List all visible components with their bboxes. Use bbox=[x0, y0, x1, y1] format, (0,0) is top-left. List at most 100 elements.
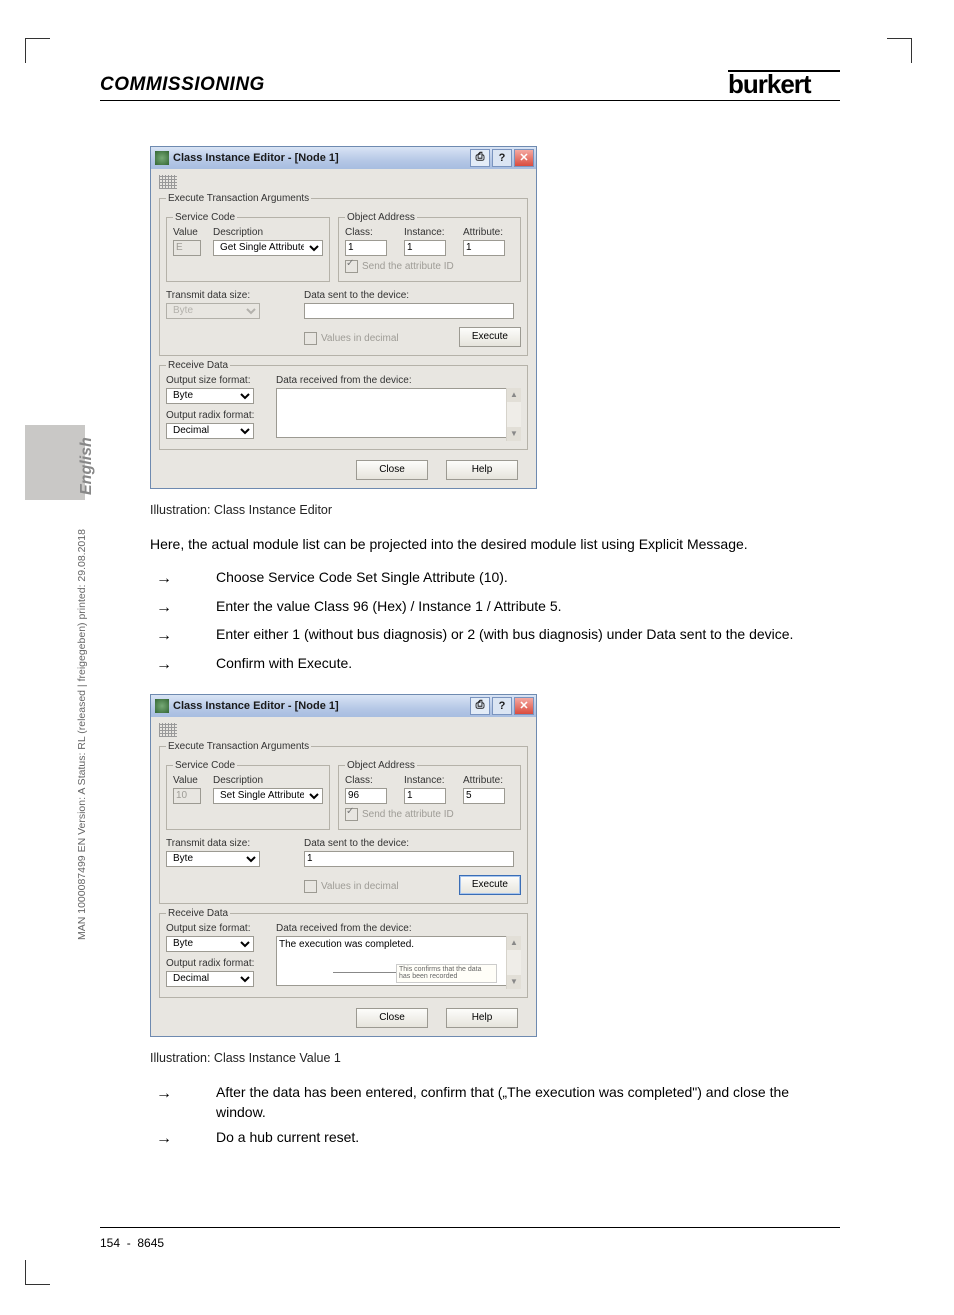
scrollbar[interactable]: ▲▼ bbox=[506, 388, 521, 441]
dialog-title: Class Instance Editor - [Node 1] bbox=[173, 152, 468, 164]
transmit-size-label: Transmit data size: bbox=[166, 290, 296, 301]
caption: Illustration: Class Instance Editor bbox=[150, 503, 840, 517]
receive-data-group: Receive Data Output size format: Byte Ou… bbox=[159, 908, 528, 998]
attribute-label: Attribute: bbox=[463, 227, 514, 238]
group-label: Execute Transaction Arguments bbox=[166, 741, 311, 752]
value-input bbox=[173, 240, 201, 256]
send-attribute-checkbox: Send the attribute ID bbox=[345, 808, 514, 821]
side-language: English bbox=[78, 437, 96, 495]
arrow-icon: → bbox=[150, 654, 216, 676]
class-input[interactable] bbox=[345, 788, 387, 804]
instance-label: Instance: bbox=[404, 227, 455, 238]
close-icon[interactable]: ✕ bbox=[514, 149, 534, 167]
execute-arguments-group: Execute Transaction Arguments Service Co… bbox=[159, 741, 528, 904]
help-icon[interactable]: ? bbox=[492, 149, 512, 167]
step-item: →Do a hub current reset. bbox=[150, 1128, 840, 1150]
group-label: Object Address bbox=[345, 760, 417, 771]
arrow-icon: → bbox=[150, 568, 216, 590]
crop-mark bbox=[25, 38, 50, 63]
class-label: Class: bbox=[345, 775, 396, 786]
group-label: Service Code bbox=[173, 760, 237, 771]
help-icon[interactable]: ? bbox=[492, 697, 512, 715]
arrow-icon: → bbox=[150, 597, 216, 619]
transmit-size-select: Byte bbox=[166, 303, 260, 319]
description-select[interactable]: Set Single Attribute bbox=[213, 788, 323, 804]
print-icon[interactable]: ⎙ bbox=[470, 149, 490, 167]
arrow-icon: → bbox=[150, 1128, 216, 1150]
instance-label: Instance: bbox=[404, 775, 455, 786]
dialog-icon bbox=[155, 699, 169, 713]
attribute-label: Attribute: bbox=[463, 775, 514, 786]
data-received-label: Data received from the device: bbox=[276, 375, 521, 386]
value-input bbox=[173, 788, 201, 804]
close-icon[interactable]: ✕ bbox=[514, 697, 534, 715]
group-label: Receive Data bbox=[166, 908, 230, 919]
data-sent-label: Data sent to the device: bbox=[304, 290, 521, 301]
value-label: Value bbox=[173, 227, 205, 238]
group-label: Service Code bbox=[173, 212, 237, 223]
output-radix-select[interactable]: Decimal bbox=[166, 971, 254, 987]
scrollbar[interactable]: ▲▼ bbox=[506, 936, 521, 989]
execute-button[interactable]: Execute bbox=[459, 327, 521, 347]
service-code-group: Service Code Value Description Set Singl… bbox=[166, 760, 330, 830]
data-received-label: Data received from the device: bbox=[276, 923, 521, 934]
help-button[interactable]: Help bbox=[446, 460, 518, 480]
crop-mark bbox=[887, 38, 912, 63]
step-item: →Enter the value Class 96 (Hex) / Instan… bbox=[150, 597, 840, 619]
description-select[interactable]: Get Single Attribute bbox=[213, 240, 323, 256]
description-label: Description bbox=[213, 227, 323, 238]
value-label: Value bbox=[173, 775, 205, 786]
arrow-icon: → bbox=[150, 625, 216, 647]
receive-data-group: Receive Data Output size format: Byte Ou… bbox=[159, 360, 528, 450]
dialog-title: Class Instance Editor - [Node 1] bbox=[173, 700, 468, 712]
instance-input[interactable] bbox=[404, 788, 446, 804]
step-item: →Confirm with Execute. bbox=[150, 654, 840, 676]
output-radix-select[interactable]: Decimal bbox=[166, 423, 254, 439]
instance-input[interactable] bbox=[404, 240, 446, 256]
class-instance-editor-dialog: Class Instance Editor - [Node 1] ⎙ ? ✕ E… bbox=[150, 694, 537, 1037]
transmit-size-select[interactable]: Byte bbox=[166, 851, 260, 867]
description-label: Description bbox=[213, 775, 323, 786]
send-attribute-checkbox: Send the attribute ID bbox=[345, 260, 514, 273]
close-button[interactable]: Close bbox=[356, 460, 428, 480]
page-title: COMMISSIONING bbox=[100, 74, 265, 96]
group-label: Receive Data bbox=[166, 360, 230, 371]
transmit-size-label: Transmit data size: bbox=[166, 838, 296, 849]
data-received-text bbox=[276, 388, 521, 438]
values-decimal-checkbox: Values in decimal bbox=[304, 880, 451, 893]
output-size-label: Output size format: bbox=[166, 375, 268, 386]
output-size-select[interactable]: Byte bbox=[166, 936, 254, 952]
caption: Illustration: Class Instance Value 1 bbox=[150, 1051, 840, 1065]
tooltip: This confirms that the data has been rec… bbox=[396, 964, 497, 983]
output-radix-label: Output radix format: bbox=[166, 958, 268, 969]
crop-mark bbox=[25, 1260, 50, 1285]
object-address-group: Object Address Class: Instance: Attribut… bbox=[338, 212, 521, 282]
attribute-input[interactable] bbox=[463, 788, 505, 804]
body-text: Here, the actual module list can be proj… bbox=[150, 535, 840, 555]
data-sent-label: Data sent to the device: bbox=[304, 838, 521, 849]
close-button[interactable]: Close bbox=[356, 1008, 428, 1028]
print-icon[interactable]: ⎙ bbox=[470, 697, 490, 715]
step-item: →After the data has been entered, confir… bbox=[150, 1083, 840, 1122]
values-decimal-checkbox: Values in decimal bbox=[304, 332, 451, 345]
data-sent-input[interactable] bbox=[304, 851, 514, 867]
output-size-select[interactable]: Byte bbox=[166, 388, 254, 404]
step-item: →Enter either 1 (without bus diagnosis) … bbox=[150, 625, 840, 647]
step-item: →Choose Service Code Set Single Attribut… bbox=[150, 568, 840, 590]
grip-icon bbox=[159, 175, 177, 189]
grip-icon bbox=[159, 723, 177, 737]
dialog-icon bbox=[155, 151, 169, 165]
execute-button[interactable]: Execute bbox=[459, 875, 521, 895]
execute-arguments-group: Execute Transaction Arguments Service Co… bbox=[159, 193, 528, 356]
attribute-input[interactable] bbox=[463, 240, 505, 256]
service-code-group: Service Code Value Description Get Singl… bbox=[166, 212, 330, 282]
help-button[interactable]: Help bbox=[446, 1008, 518, 1028]
class-instance-editor-dialog: Class Instance Editor - [Node 1] ⎙ ? ✕ E… bbox=[150, 146, 537, 489]
class-input[interactable] bbox=[345, 240, 387, 256]
data-sent-input[interactable] bbox=[304, 303, 514, 319]
output-size-label: Output size format: bbox=[166, 923, 268, 934]
class-label: Class: bbox=[345, 227, 396, 238]
object-address-group: Object Address Class: Instance: Attribut… bbox=[338, 760, 521, 830]
side-tab bbox=[25, 425, 85, 500]
group-label: Execute Transaction Arguments bbox=[166, 193, 311, 204]
